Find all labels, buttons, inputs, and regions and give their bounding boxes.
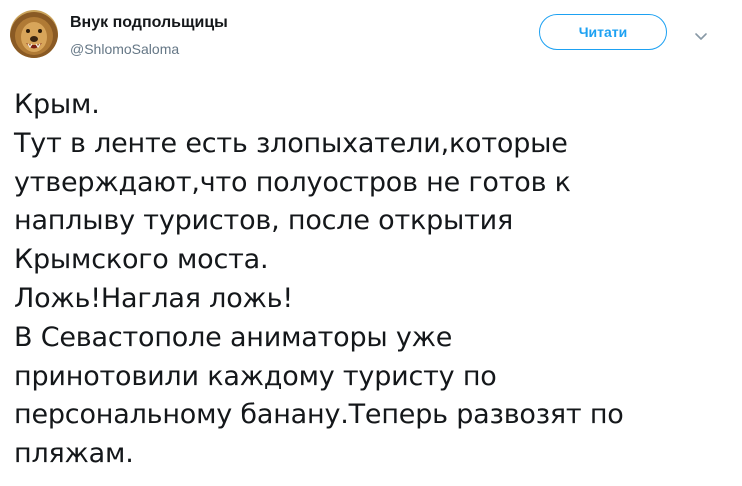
- tweet-line: персональному банану.Теперь развозят по: [14, 399, 624, 431]
- tweet-line: Ложь!Наглая ложь!: [14, 282, 293, 314]
- tweet-line: Тут в ленте есть злопыхатели,которые: [14, 127, 568, 159]
- tweet-line: Крымского моста.: [14, 244, 269, 276]
- follow-button[interactable]: Читати: [539, 14, 667, 50]
- tweet-line: Крым.: [14, 89, 100, 120]
- tweet-line: утверждают,что полуостров не готов к: [14, 166, 571, 198]
- lion-avatar-icon: [10, 10, 58, 58]
- tweet-line: В Севастополе аниматоры уже: [14, 321, 453, 353]
- tweet-text: Крым. Тут в ленте есть злопыхатели,котор…: [14, 86, 734, 474]
- tweet-line: наплыву туристов, после открытия: [14, 205, 514, 237]
- tweet-line: пляжам.: [14, 438, 134, 470]
- tweet-header: Внук подпольщицы @ShlomoSaloma Читати: [0, 0, 742, 80]
- more-options-button[interactable]: [690, 26, 712, 48]
- avatar[interactable]: [10, 10, 58, 58]
- tweet-line: принотовили каждому туристу по: [14, 360, 497, 392]
- display-name[interactable]: Внук подпольщицы: [70, 14, 228, 32]
- user-handle[interactable]: @ShlomoSaloma: [70, 41, 179, 57]
- chevron-down-icon: [695, 33, 707, 40]
